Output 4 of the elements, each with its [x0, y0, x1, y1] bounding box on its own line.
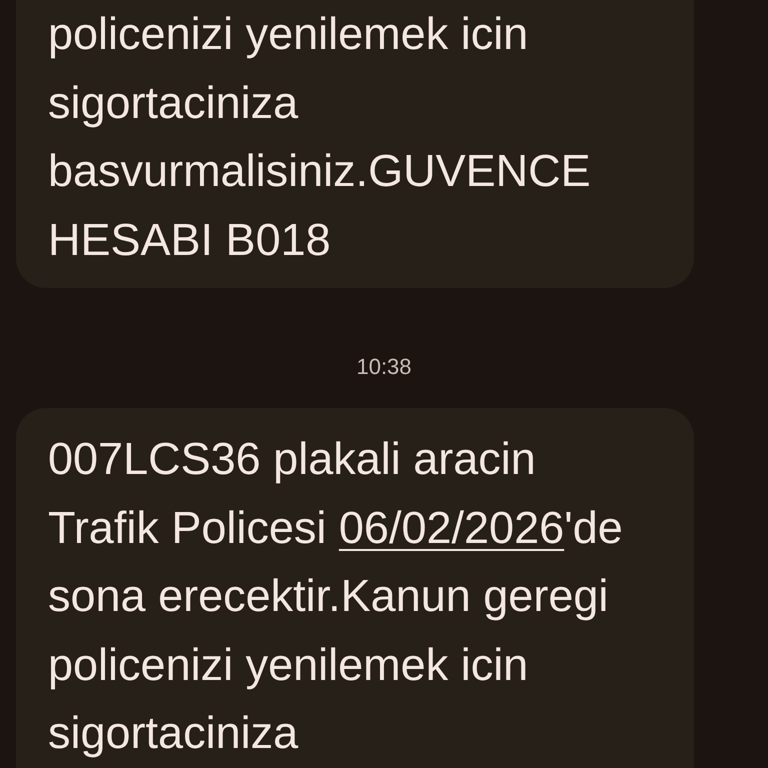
timestamp: 10:38	[356, 353, 412, 381]
message-text: 007LCS36 plakali aracin Trafik Policesi 06/02/2026'de sona erecektir.Kanun geregi policenizi yenilemek icin sigortaciniza	[48, 432, 624, 760]
message-text: policenizi yenilemek icin sigortaciniza basvurmalisiniz.GUVENCE HESABI B018	[48, 7, 592, 266]
date-link[interactable]: 06/02/2026	[338, 502, 564, 552]
